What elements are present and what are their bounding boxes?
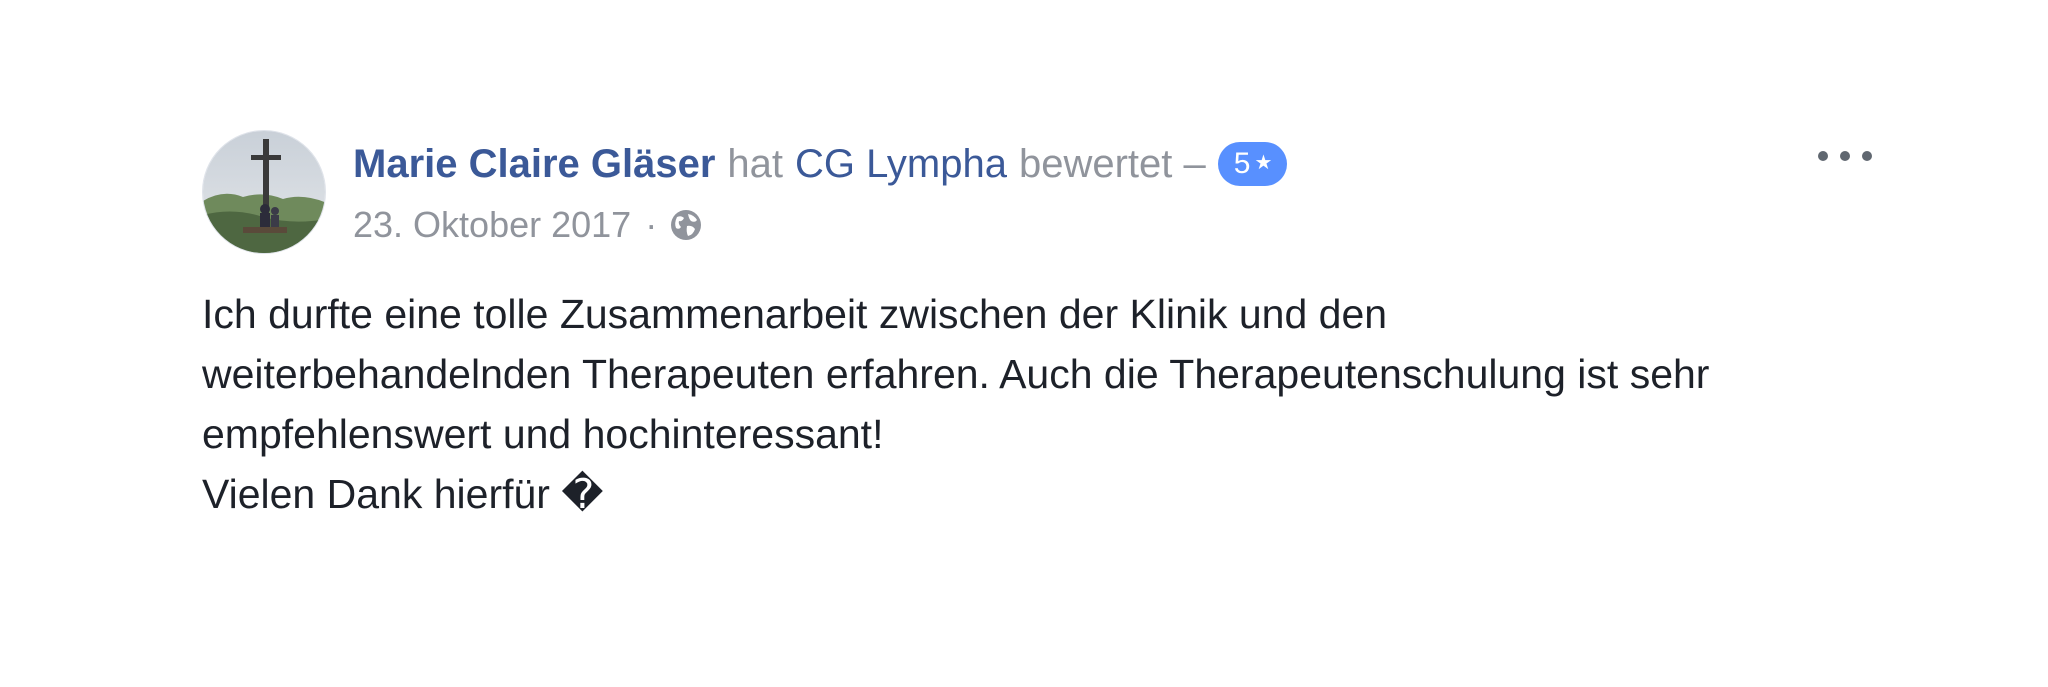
action-prefix: hat	[727, 142, 784, 186]
post-timestamp[interactable]: 23. Oktober 2017	[353, 204, 631, 246]
author-name-link[interactable]: Marie Claire Gläser	[353, 136, 715, 192]
avatar[interactable]	[202, 130, 326, 254]
globe-icon[interactable]	[669, 208, 703, 242]
more-dots-icon	[1818, 151, 1828, 161]
meta-separator: ·	[645, 204, 658, 245]
review-meta: 23. Oktober 2017 ·	[353, 200, 703, 250]
rating-badge[interactable]: 5 ★	[1217, 142, 1288, 186]
star-icon: ★	[1254, 152, 1273, 174]
review-header: Marie Claire Gläser hat CG Lympha bewert…	[353, 136, 1288, 192]
page-name-link[interactable]: CG Lympha	[795, 136, 1007, 192]
more-options-button[interactable]	[1818, 138, 1872, 174]
action-suffix: bewertet –	[1018, 142, 1206, 186]
review-text-line: empfehlenswert und hochinteressant!	[202, 411, 884, 457]
rating-value: 5	[1233, 147, 1251, 180]
review-text: Ich durfte eine tolle Zusammenarbeit zwi…	[202, 284, 1882, 524]
review-text-line: weiterbehandelnden Therapeuten erfahren.…	[202, 351, 1710, 397]
review-text-line: Ich durfte eine tolle Zusammenarbeit zwi…	[202, 291, 1388, 337]
review-text-line: Vielen Dank hierfür �	[202, 471, 604, 517]
review-post: Marie Claire Gläser hat CG Lympha bewert…	[0, 0, 2048, 687]
